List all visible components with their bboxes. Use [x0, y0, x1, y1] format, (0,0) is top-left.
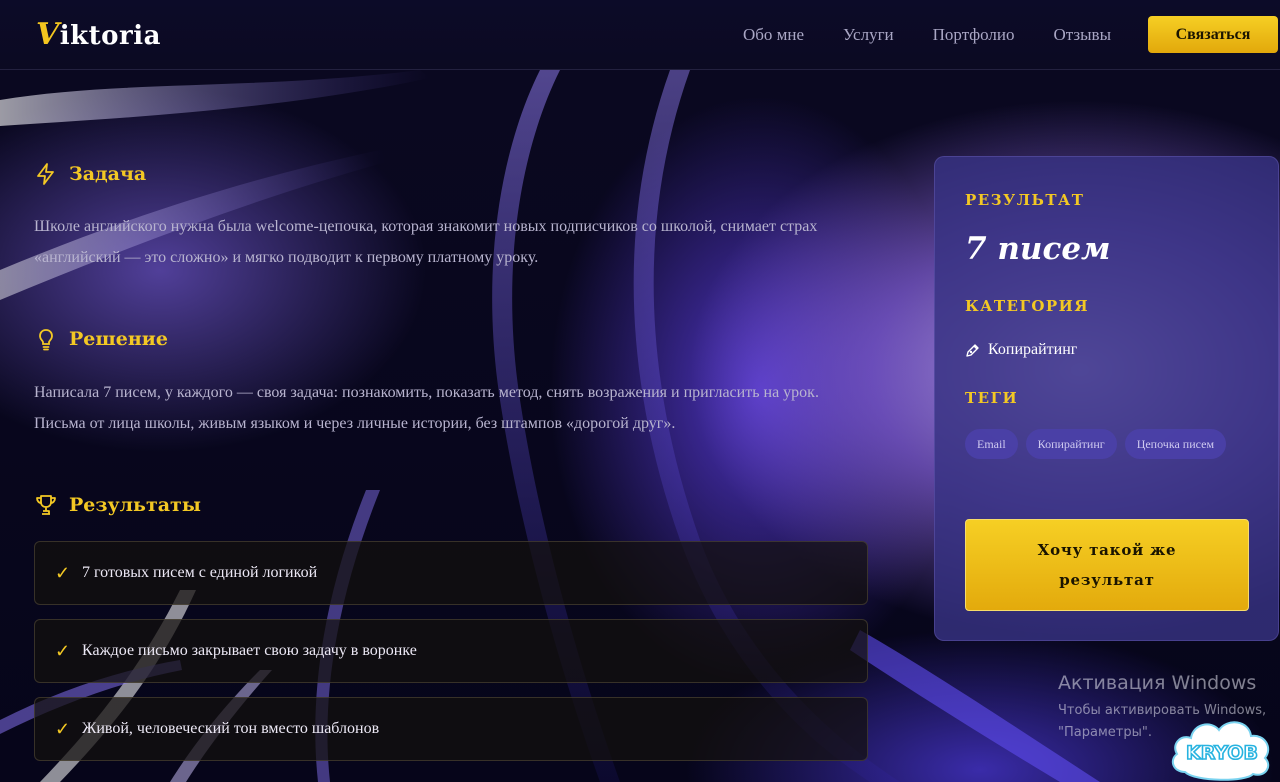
- task-title: Задача: [69, 163, 147, 185]
- trophy-icon: [36, 495, 56, 515]
- nav-portfolio[interactable]: Портфолио: [933, 25, 1015, 45]
- site-header: Viktoria Обо мне Услуги Портфолио Отзывы…: [0, 0, 1280, 70]
- result-item: ✓ Каждое письмо закрывает свою задачу в …: [34, 619, 868, 683]
- nav-reviews[interactable]: Отзывы: [1054, 25, 1112, 45]
- tag-copywriting[interactable]: Копирайтинг: [1025, 429, 1117, 459]
- result-text: Живой, человеческий тон вместо шаблонов: [82, 720, 380, 737]
- pen-icon: [966, 344, 979, 357]
- cloud-badge-icon: KRYOB: [1171, 721, 1270, 781]
- task-heading: Задача: [34, 162, 146, 186]
- result-text: 7 готовых писем с единой логикой: [82, 564, 318, 581]
- lightning-icon: [37, 163, 54, 185]
- task-text: Школе английского нужна была welcome-цеп…: [34, 218, 818, 266]
- solution-text: Написала 7 писем, у каждого — своя задач…: [34, 384, 819, 432]
- tag-email[interactable]: Email: [965, 429, 1018, 459]
- tag-email-chain[interactable]: Цепочка писем: [1124, 429, 1227, 459]
- category-value: Копирайтинг: [988, 341, 1078, 358]
- result-value: 7 писем: [965, 231, 1111, 267]
- watermark-title: Активация Windows: [1058, 672, 1257, 694]
- project-summary-card: РЕЗУЛЬТАТ 7 писем КАТЕГОРИЯ Копирайтинг …: [934, 156, 1279, 641]
- want-same-result-button[interactable]: Хочу такой же результат: [965, 519, 1249, 611]
- result-item: ✓ 7 готовых писем с единой логикой: [34, 541, 868, 605]
- logo-initial: V: [36, 17, 60, 52]
- result-text: Каждое письмо закрывает свою задачу в во…: [82, 642, 417, 659]
- solution-heading: Решение: [34, 327, 168, 351]
- tags-label: ТЕГИ: [965, 389, 1019, 407]
- results-heading: Результаты: [34, 493, 201, 517]
- check-icon: ✓: [55, 718, 71, 739]
- lightbulb-icon: [39, 329, 53, 351]
- solution-title: Решение: [69, 328, 168, 350]
- logo-text: iktoria: [59, 21, 161, 51]
- nav-services[interactable]: Услуги: [843, 25, 894, 45]
- check-icon: ✓: [55, 640, 71, 661]
- result-item: ✓ Живой, человеческий тон вместо шаблоно…: [34, 697, 868, 761]
- category-label: КАТЕГОРИЯ: [965, 297, 1090, 315]
- contact-button[interactable]: Связаться: [1148, 16, 1278, 53]
- result-label: РЕЗУЛЬТАТ: [965, 191, 1085, 209]
- badge-text: KRYOB: [1186, 742, 1258, 764]
- tags-list: Email Копирайтинг Цепочка писем: [965, 429, 1248, 459]
- main-nav: Обо мне Услуги Портфолио Отзывы Связатьс…: [743, 16, 1280, 53]
- check-icon: ✓: [55, 562, 71, 583]
- category-row: Копирайтинг: [965, 341, 1248, 359]
- logo[interactable]: Viktoria: [36, 17, 161, 52]
- nav-about[interactable]: Обо мне: [743, 25, 804, 45]
- results-title: Результаты: [69, 494, 201, 516]
